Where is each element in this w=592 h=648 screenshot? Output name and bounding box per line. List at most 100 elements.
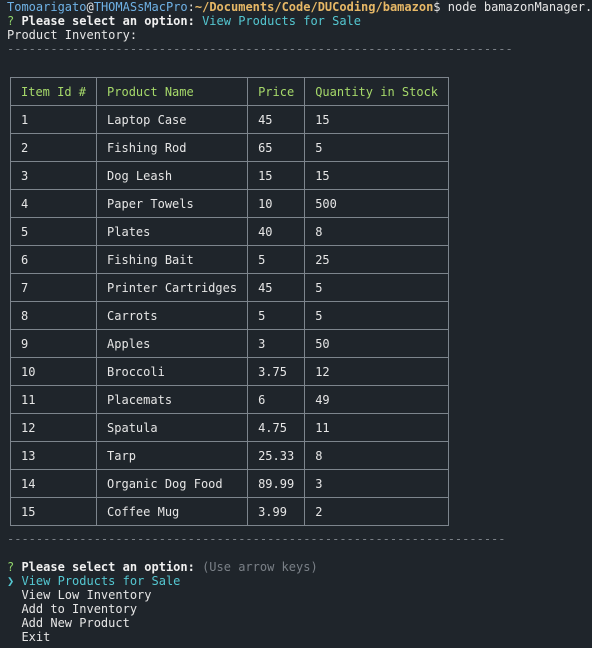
cell-price: 45	[247, 105, 306, 134]
cell-item-id: 9	[9, 329, 98, 358]
table-row: 5 Plates 40 8	[9, 217, 450, 246]
prompt-dollar: $	[433, 0, 448, 14]
cell-product-name: Fishing Rod	[96, 133, 249, 162]
separator-bottom: ----------------------------------------…	[7, 532, 506, 546]
separator-top: ----------------------------------------…	[7, 42, 513, 56]
cell-price: 6	[247, 385, 306, 414]
table-row: 11 Placemats 6 49	[9, 385, 450, 414]
cell-quantity: 25	[304, 245, 450, 274]
menu-item-view-low-inventory[interactable]: View Low Inventory	[7, 588, 152, 602]
cell-price: 89.99	[247, 469, 306, 498]
cell-price: 45	[247, 273, 306, 302]
cell-item-id: 1	[9, 105, 98, 134]
cell-item-id: 6	[9, 245, 98, 274]
table-row: 4 Paper Towels 10 500	[9, 189, 450, 218]
cell-product-name: Tarp	[96, 441, 249, 470]
menu-item-label: View Products for Sale	[21, 574, 181, 588]
cell-item-id: 10	[9, 357, 98, 386]
cell-quantity: 5	[304, 301, 450, 330]
prompt-colon: :	[187, 0, 195, 14]
header-quantity: Quantity in Stock	[304, 77, 450, 106]
cell-quantity: 12	[304, 357, 450, 386]
question-label: Please select an option:	[21, 14, 195, 28]
cell-price: 40	[247, 217, 306, 246]
question-mark: ?	[7, 560, 22, 574]
cell-product-name: Coffee Mug	[96, 497, 249, 526]
cell-item-id: 11	[9, 385, 98, 414]
table-body: 1 Laptop Case 45 15 2 Fishing Rod 65 5 3 Dog Leas…	[9, 105, 450, 526]
cell-quantity: 15	[304, 161, 450, 190]
menu-item-add-to-inventory[interactable]: Add to Inventory	[7, 602, 137, 616]
menu-item-label: Exit	[21, 630, 51, 644]
cell-price: 15	[247, 161, 306, 190]
cell-item-id: 3	[9, 161, 98, 190]
table-row: 2 Fishing Rod 65 5	[9, 133, 450, 162]
prompt-path: ~/Documents/Code/DUCoding/bamazon	[194, 0, 434, 14]
table-row: 10 Broccoli 3.75 12	[9, 357, 450, 386]
cell-product-name: Fishing Bait	[96, 245, 249, 274]
cell-price: 10	[247, 189, 306, 218]
cell-quantity: 50	[304, 329, 450, 358]
table-header-row: Item Id # Product Name Price Quantity in…	[9, 77, 450, 106]
cell-product-name: Spatula	[96, 413, 249, 442]
cell-item-id: 2	[9, 133, 98, 162]
cell-item-id: 15	[9, 497, 98, 526]
cell-product-name: Placemats	[96, 385, 249, 414]
cell-quantity: 5	[304, 273, 450, 302]
shell-prompt-line: Tomoarigato@THOMASsMacPro:~/Documents/Co…	[7, 0, 592, 14]
cell-quantity: 5	[304, 133, 450, 162]
cell-quantity: 11	[304, 413, 450, 442]
question-answer: View Products for Sale	[194, 14, 362, 28]
cell-product-name: Printer Cartridges	[96, 273, 249, 302]
prompt-user: Tomoarigato	[7, 0, 87, 14]
cell-product-name: Broccoli	[96, 357, 249, 386]
cell-quantity: 8	[304, 441, 450, 470]
cell-price: 25.33	[247, 441, 306, 470]
cell-price: 65	[247, 133, 306, 162]
cell-price: 3.99	[247, 497, 306, 526]
table-row: 15 Coffee Mug 3.99 2	[9, 497, 450, 526]
inventory-table: Item Id # Product Name Price Quantity in…	[9, 77, 450, 526]
inventory-heading: Product Inventory:	[7, 28, 138, 42]
cell-quantity: 3	[304, 469, 450, 498]
menu-item-label: View Low Inventory	[21, 588, 152, 602]
menu-item-view-products[interactable]: ❯ View Products for Sale	[7, 574, 180, 588]
header-price: Price	[247, 77, 306, 106]
prompt-host: THOMASsMacPro	[93, 0, 188, 14]
cell-quantity: 500	[304, 189, 450, 218]
header-product-name: Product Name	[96, 77, 249, 106]
first-question-line: ? Please select an option: View Products…	[7, 14, 361, 28]
menu-item-label: Add to Inventory	[21, 602, 138, 616]
question-mark: ?	[7, 14, 22, 28]
cell-item-id: 14	[9, 469, 98, 498]
menu-item-add-new-product[interactable]: Add New Product	[7, 616, 130, 630]
cell-quantity: 2	[304, 497, 450, 526]
menu-item-exit[interactable]: Exit	[7, 630, 50, 644]
cell-item-id: 12	[9, 413, 98, 442]
cell-product-name: Laptop Case	[96, 105, 249, 134]
table-row: 3 Dog Leash 15 15	[9, 161, 450, 190]
prompt-command: node bamazonManager.js	[447, 0, 592, 14]
cell-item-id: 13	[9, 441, 98, 470]
cell-product-name: Plates	[96, 217, 249, 246]
table-row: 8 Carrots 5 5	[9, 301, 450, 330]
table-row: 12 Spatula 4.75 11	[9, 413, 450, 442]
table-row: 1 Laptop Case 45 15	[9, 105, 450, 134]
cell-item-id: 5	[9, 217, 98, 246]
cell-product-name: Carrots	[96, 301, 249, 330]
cell-product-name: Paper Towels	[96, 189, 249, 218]
cell-product-name: Organic Dog Food	[96, 469, 249, 498]
cell-price: 3.75	[247, 357, 306, 386]
second-question-line: ? Please select an option: (Use arrow ke…	[7, 560, 318, 574]
table-row: 6 Fishing Bait 5 25	[9, 245, 450, 274]
menu-item-label: Add New Product	[21, 616, 130, 630]
cell-price: 5	[247, 245, 306, 274]
cell-quantity: 49	[304, 385, 450, 414]
table-row: 9 Apples 3 50	[9, 329, 450, 358]
prompt-at: @	[86, 0, 94, 14]
table-row: 7 Printer Cartridges 45 5	[9, 273, 450, 302]
cell-product-name: Apples	[96, 329, 249, 358]
header-item-id: Item Id #	[9, 77, 98, 106]
question-hint: (Use arrow keys)	[194, 560, 318, 574]
cell-item-id: 8	[9, 301, 98, 330]
